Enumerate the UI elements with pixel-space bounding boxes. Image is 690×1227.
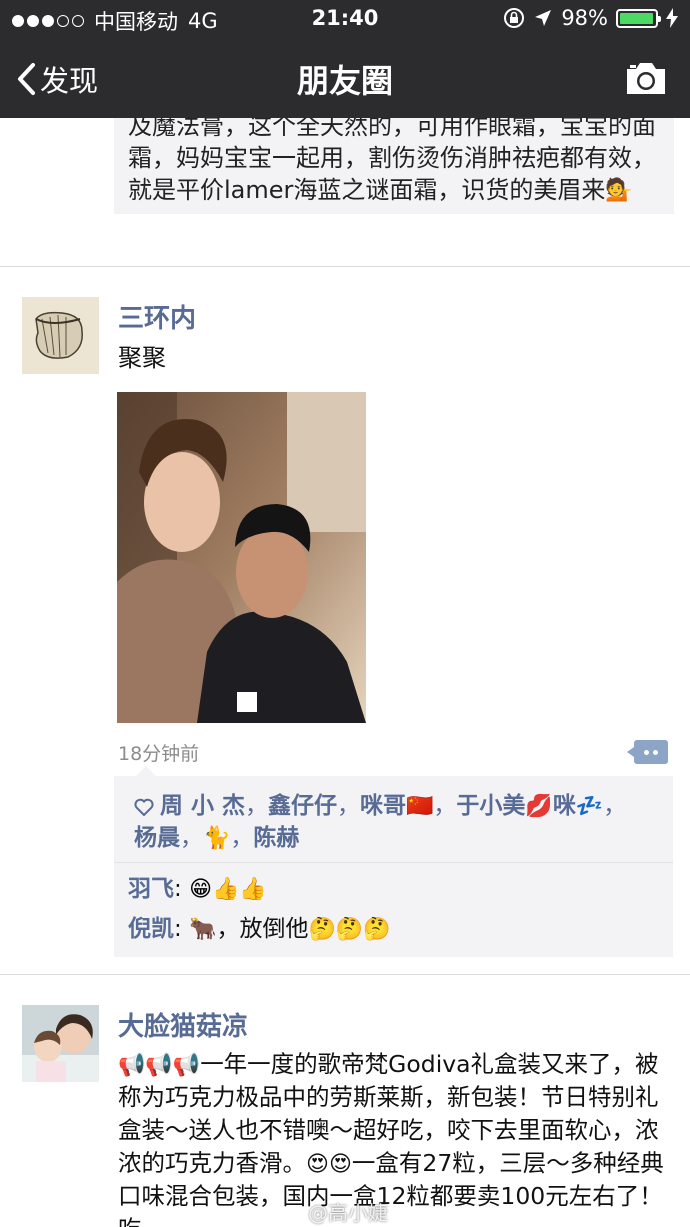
comment-author[interactable]: 倪凯 <box>128 916 174 942</box>
zzz-emoji: 💤 <box>575 793 604 819</box>
megaphone-emoji: 📢📢📢 <box>118 1052 201 1078</box>
comments-list: 羽飞: 😁👍👍 倪凯: 🐂，放倒他🤔🤔🤔 <box>114 862 673 957</box>
rotation-lock-icon <box>504 8 525 28</box>
cat-emoji[interactable]: 🐈 <box>203 827 230 850</box>
battery-fill <box>620 12 654 24</box>
comment-text: ，放倒他 <box>216 916 309 942</box>
like-name[interactable]: 咪 <box>553 793 576 819</box>
like-name[interactable]: 陈赫 <box>253 825 299 851</box>
avatar[interactable] <box>22 297 99 374</box>
comment-like-menu-button[interactable] <box>627 740 668 764</box>
watermark: @高小婕 <box>308 1201 388 1225</box>
post-author[interactable]: 三环内 <box>118 298 196 335</box>
likes-list: 周 小 杰，鑫仔仔，咪哥🇨🇳，于小美💋咪💤， 杨晨，🐈，陈赫 <box>134 793 627 851</box>
emoji: 💁 <box>605 178 633 203</box>
comment-emoji: 😁👍👍 <box>189 876 267 902</box>
post-divider <box>0 974 690 975</box>
like-name[interactable]: 咪哥 <box>360 793 406 819</box>
like-name[interactable]: 杨晨 <box>134 825 180 851</box>
camera-icon[interactable] <box>624 60 668 96</box>
flag-emoji: 🇨🇳 <box>406 793 434 819</box>
nav-bar: 发现 朋友圈 <box>0 40 690 118</box>
comment-author[interactable]: 羽飞 <box>128 876 174 902</box>
post-timestamp: 18分钟前 <box>118 743 200 765</box>
lips-emoji: 💋 <box>525 793 553 819</box>
post-divider <box>0 266 690 267</box>
post-text: 📢📢📢一年一度的歌帝梵Godiva礼盒装又来了，被称为巧克力极品中的劳斯莱斯，新… <box>118 1048 674 1227</box>
ox-emoji: 🐂 <box>189 916 217 942</box>
status-bar: 中国移动 4G 21:40 98% <box>0 0 690 40</box>
comment-row[interactable]: 羽飞: 😁👍👍 <box>128 869 661 909</box>
battery-percent: 98% <box>561 6 608 30</box>
selfie-photo <box>117 392 366 723</box>
heart-eyes-emoji: 😍 <box>328 1151 352 1177</box>
post-photo[interactable] <box>117 392 366 723</box>
shared-link-text: 及魔法膏，这个全天然的，可用作眼霜，宝宝的面霜，妈妈宝宝一起用，割伤烫伤消肿祛疤… <box>128 118 656 204</box>
like-name[interactable]: 周 小 杰 <box>160 793 245 819</box>
avatar[interactable] <box>22 1005 99 1082</box>
post-text: 聚聚 <box>118 344 166 372</box>
shared-link-card[interactable]: 及魔法膏，这个全天然的，可用作眼霜，宝宝的面霜，妈妈宝宝一起用，割伤烫伤消肿祛疤… <box>114 118 674 214</box>
post-author[interactable]: 大脸猫菇凉 <box>118 1006 248 1043</box>
sketch-avatar-image <box>22 297 99 374</box>
location-arrow-icon <box>535 10 552 26</box>
heart-icon <box>134 798 154 816</box>
thinking-emoji: 🤔🤔🤔 <box>308 916 391 942</box>
charging-bolt-icon <box>666 8 678 28</box>
page-title: 朋友圈 <box>296 62 393 100</box>
like-name[interactable]: 鑫仔仔 <box>268 793 337 819</box>
like-name[interactable]: 于小美 <box>456 793 525 819</box>
likes-comments-box: 周 小 杰，鑫仔仔，咪哥🇨🇳，于小美💋咪💤， 杨晨，🐈，陈赫 羽飞: 😁👍👍 倪凯… <box>114 766 673 957</box>
comment-row[interactable]: 倪凯: 🐂，放倒他🤔🤔🤔 <box>128 909 661 949</box>
battery-icon <box>616 8 661 28</box>
heart-eyes-emoji: 😍 <box>306 1151 329 1177</box>
moments-feed[interactable]: 及魔法膏，这个全天然的，可用作眼霜，宝宝的面霜，妈妈宝宝一起用，割伤烫伤消肿祛疤… <box>0 118 690 1227</box>
kids-avatar-image <box>22 1005 99 1082</box>
status-right: 98% <box>503 6 678 30</box>
